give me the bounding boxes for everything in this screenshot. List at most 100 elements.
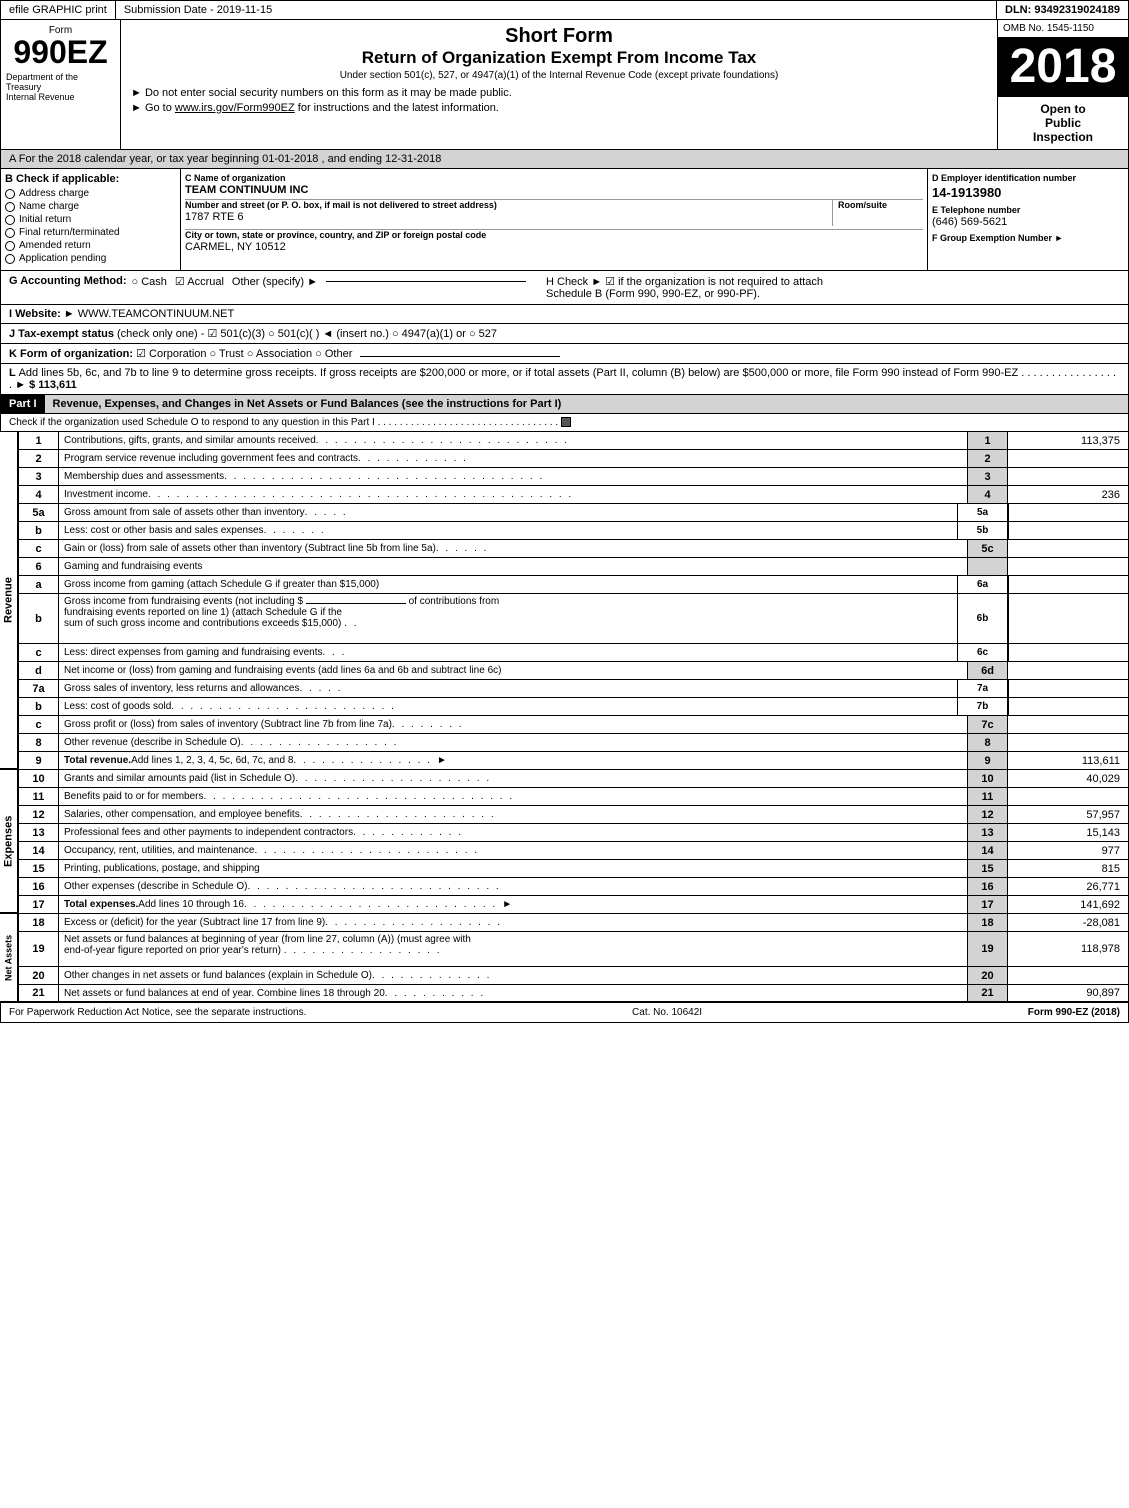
table-row: 18 Excess or (deficit) for the year (Sub… bbox=[18, 913, 1129, 931]
website-section: I Website: ► WWW.TEAMCONTINUUM.NET bbox=[0, 304, 1129, 323]
header-center: Short Form Return of Organization Exempt… bbox=[121, 20, 998, 149]
table-row: c Gain or (loss) from sale of assets oth… bbox=[18, 539, 1129, 557]
row-value bbox=[1008, 468, 1128, 485]
table-row: c Less: direct expenses from gaming and … bbox=[18, 643, 1129, 661]
footer-section: For Paperwork Reduction Act Notice, see … bbox=[0, 1002, 1129, 1023]
row-line-ref: 18 bbox=[968, 914, 1008, 931]
row-number: c bbox=[19, 644, 59, 661]
initial-return-radio[interactable] bbox=[5, 215, 15, 225]
row-description: Occupancy, rent, utilities, and maintena… bbox=[59, 842, 968, 859]
row-line-ref: 21 bbox=[968, 985, 1008, 1001]
row-number: 20 bbox=[19, 967, 59, 984]
row-number: 15 bbox=[19, 860, 59, 877]
table-row: 12 Salaries, other compensation, and emp… bbox=[18, 805, 1129, 823]
row-description: Gain or (loss) from sale of assets other… bbox=[59, 540, 968, 557]
table-row: 8 Other revenue (describe in Schedule O)… bbox=[18, 733, 1129, 751]
dln-number: DLN: 93492319024189 bbox=[997, 1, 1128, 19]
row-description: Gaming and fundraising events bbox=[59, 558, 968, 575]
org-name: TEAM CONTINUUM INC bbox=[185, 184, 923, 196]
row-ref: 6c bbox=[958, 644, 1008, 661]
row-description: Printing, publications, postage, and shi… bbox=[59, 860, 968, 877]
website-url: WWW.TEAMCONTINUUM.NET bbox=[78, 308, 234, 320]
schedule-check-text: Check if the organization used Schedule … bbox=[9, 417, 375, 428]
check-b-header: B Check if applicable: bbox=[5, 173, 176, 185]
row-number: 6 bbox=[19, 558, 59, 575]
form-org-options: ☑ Corporation ○ Trust ○ Association ○ Ot… bbox=[136, 348, 352, 360]
do-not-enter: ► Do not enter social security numbers o… bbox=[131, 87, 987, 99]
row-value: -28,081 bbox=[1008, 914, 1128, 931]
amended-return: Amended return bbox=[5, 240, 176, 251]
d-ein-label: D Employer identification number bbox=[932, 173, 1124, 183]
row-number: d bbox=[19, 662, 59, 679]
return-title: Return of Organization Exempt From Incom… bbox=[131, 48, 987, 68]
row-number: 8 bbox=[19, 734, 59, 751]
acct-options: ○ Cash ☑ Accrual Other (specify) ► bbox=[132, 275, 526, 288]
row-number: 19 bbox=[19, 932, 59, 966]
row-number: 5a bbox=[19, 504, 59, 521]
table-row: 19 Net assets or fund balances at beginn… bbox=[18, 931, 1129, 966]
accounting-section: G Accounting Method: ○ Cash ☑ Accrual Ot… bbox=[0, 270, 1129, 304]
address-change-radio[interactable] bbox=[5, 189, 15, 199]
header-right: OMB No. 1545-1150 2018 Open to Public In… bbox=[998, 20, 1128, 149]
g-label: G Accounting Method: bbox=[9, 275, 127, 287]
c-name-label: C Name of organization bbox=[185, 173, 923, 183]
expense-rows: 10 Grants and similar amounts paid (list… bbox=[18, 769, 1129, 913]
phone-value: (646) 569-5621 bbox=[932, 216, 1124, 228]
row-number: 11 bbox=[19, 788, 59, 805]
app-pending: Application pending bbox=[5, 253, 176, 264]
part-a: A For the 2018 calendar year, or tax yea… bbox=[0, 149, 1129, 168]
name-change-radio[interactable] bbox=[5, 202, 15, 212]
final-return: Final return/terminated bbox=[5, 227, 176, 238]
form-label: Form 990-EZ (2018) bbox=[1028, 1007, 1120, 1018]
row-description: Less: cost of goods sold . . . . . . . .… bbox=[59, 698, 958, 715]
table-row: c Gross profit or (loss) from sales of i… bbox=[18, 715, 1129, 733]
name-change: Name charge bbox=[5, 201, 176, 212]
row-line-ref: 3 bbox=[968, 468, 1008, 485]
table-row: 11 Benefits paid to or for members . . .… bbox=[18, 787, 1129, 805]
name-change-label: Name charge bbox=[19, 201, 79, 212]
expenses-side-label: Expenses bbox=[0, 769, 18, 913]
row-description: Benefits paid to or for members . . . . … bbox=[59, 788, 968, 805]
form-org-section: K Form of organization: ☑ Corporation ○ … bbox=[0, 343, 1129, 363]
schedule-check-dots: . . . . . . . . . . . . . . . . . . . . … bbox=[378, 417, 561, 428]
app-pending-radio[interactable] bbox=[5, 254, 15, 264]
row-value bbox=[1008, 558, 1128, 575]
row-line-ref: 19 bbox=[968, 932, 1008, 966]
row-description: Professional fees and other payments to … bbox=[59, 824, 968, 841]
part-i-header: Part I Revenue, Expenses, and Changes in… bbox=[0, 394, 1129, 413]
row-description: Gross income from gaming (attach Schedul… bbox=[59, 576, 958, 593]
row-description: Net assets or fund balances at end of ye… bbox=[59, 985, 968, 1001]
table-row: 3 Membership dues and assessments . . . … bbox=[18, 467, 1129, 485]
row-description: Total revenue. Add lines 1, 2, 3, 4, 5c,… bbox=[59, 752, 968, 769]
row-number: 9 bbox=[19, 752, 59, 769]
row-value bbox=[1008, 734, 1128, 751]
row-number: a bbox=[19, 576, 59, 593]
row-number: 4 bbox=[19, 486, 59, 503]
accrual-option[interactable]: ☑ Accrual bbox=[175, 275, 224, 288]
row-ref: 6a bbox=[958, 576, 1008, 593]
open-inspection-box: Open to Public Inspection bbox=[998, 96, 1128, 149]
check-b-col: B Check if applicable: Address charge Na… bbox=[1, 169, 181, 270]
cash-option[interactable]: ○ Cash bbox=[132, 276, 167, 288]
row-value bbox=[1008, 522, 1128, 539]
row-number: 18 bbox=[19, 914, 59, 931]
table-row: 20 Other changes in net assets or fund b… bbox=[18, 966, 1129, 984]
row-line-ref: 10 bbox=[968, 770, 1008, 787]
f-group-label: F Group Exemption Number ► bbox=[932, 233, 1124, 243]
dept-info: Department of the Treasury Internal Reve… bbox=[6, 72, 115, 102]
final-return-radio[interactable] bbox=[5, 228, 15, 238]
row-value: 40,029 bbox=[1008, 770, 1128, 787]
table-row: 15 Printing, publications, postage, and … bbox=[18, 859, 1129, 877]
row-ref: 5a bbox=[958, 504, 1008, 521]
go-to-irs: ► Go to www.irs.gov/Form990EZ for instru… bbox=[131, 102, 987, 114]
initial-return: Initial return bbox=[5, 214, 176, 225]
form-number: 990EZ bbox=[13, 36, 107, 68]
table-row: 13 Professional fees and other payments … bbox=[18, 823, 1129, 841]
amended-return-radio[interactable] bbox=[5, 241, 15, 251]
ein-value: 14-1913980 bbox=[932, 185, 1124, 200]
revenue-section-wrapper: Revenue 1 Contributions, gifts, grants, … bbox=[0, 431, 1129, 769]
table-row: d Net income or (loss) from gaming and f… bbox=[18, 661, 1129, 679]
schedule-o-checkbox[interactable] bbox=[561, 417, 571, 427]
j-label: J Tax-exempt status bbox=[9, 328, 114, 340]
amended-return-label: Amended return bbox=[19, 240, 91, 251]
